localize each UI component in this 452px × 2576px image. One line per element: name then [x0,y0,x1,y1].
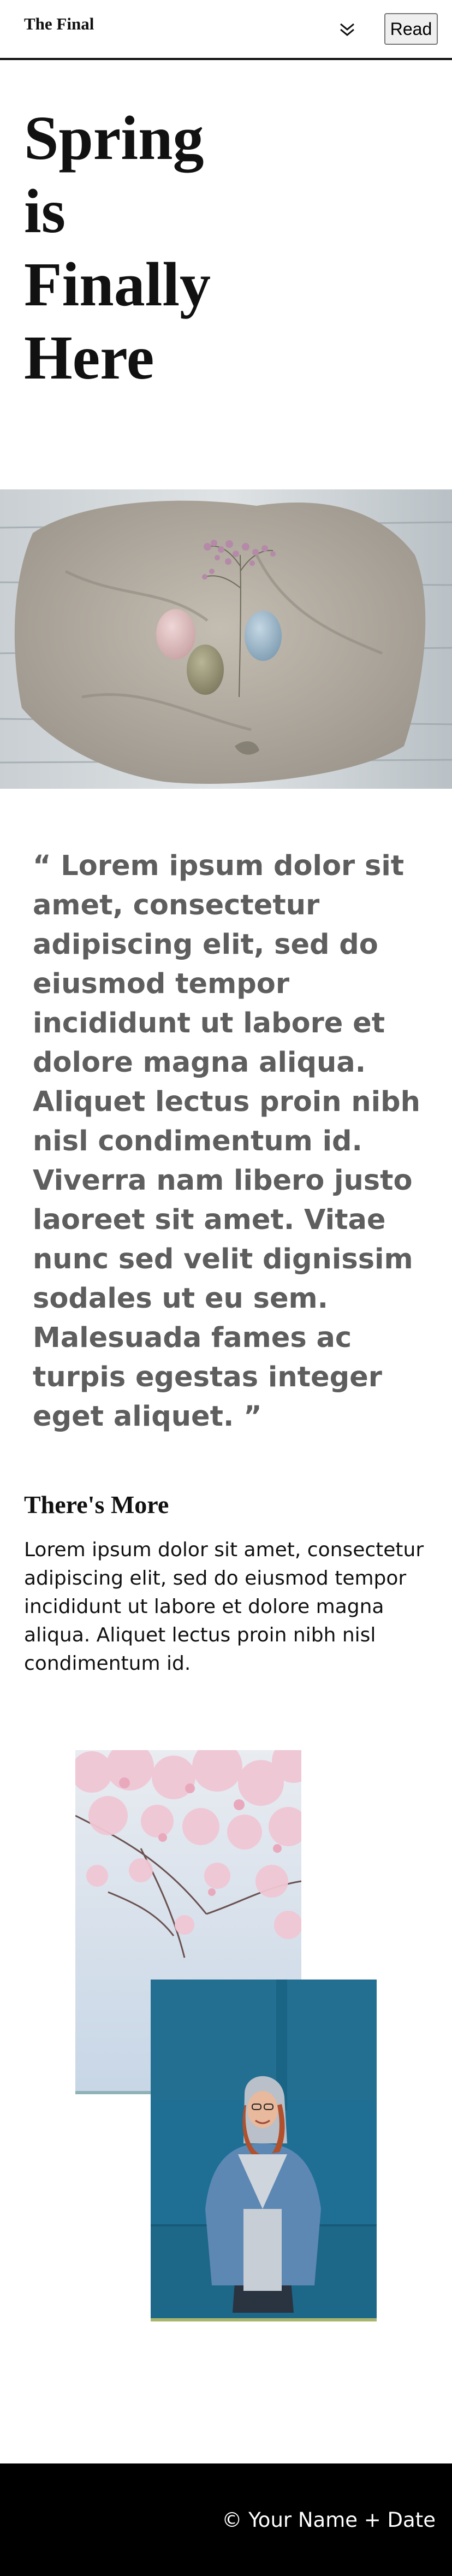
double-chevron-down-icon[interactable] [337,20,357,39]
hero-title-line: Here [24,323,154,392]
hero-title-line: Spring [24,103,204,173]
woman-portrait-image [151,1980,377,2321]
hero-title-line: is [24,176,66,246]
brand-title[interactable]: The Final [24,14,94,34]
copyright-text: © Your Name + Date [222,2508,436,2532]
pull-quote: “ Lorem ipsum dolor sit amet, consectetu… [33,850,420,1433]
section-body: Lorem ipsum dolor sit amet, consectetur … [24,1539,424,1675]
site-header: The Final Read [0,0,452,60]
read-button[interactable]: Read [384,13,438,45]
hero-title-line: Finally [24,250,211,319]
section-title: There's More [24,1491,169,1519]
hero-title: Spring is Finally Here [24,102,352,394]
spring-eggs-banner-image [0,489,452,789]
site-footer: © Your Name + Date [0,2463,452,2576]
